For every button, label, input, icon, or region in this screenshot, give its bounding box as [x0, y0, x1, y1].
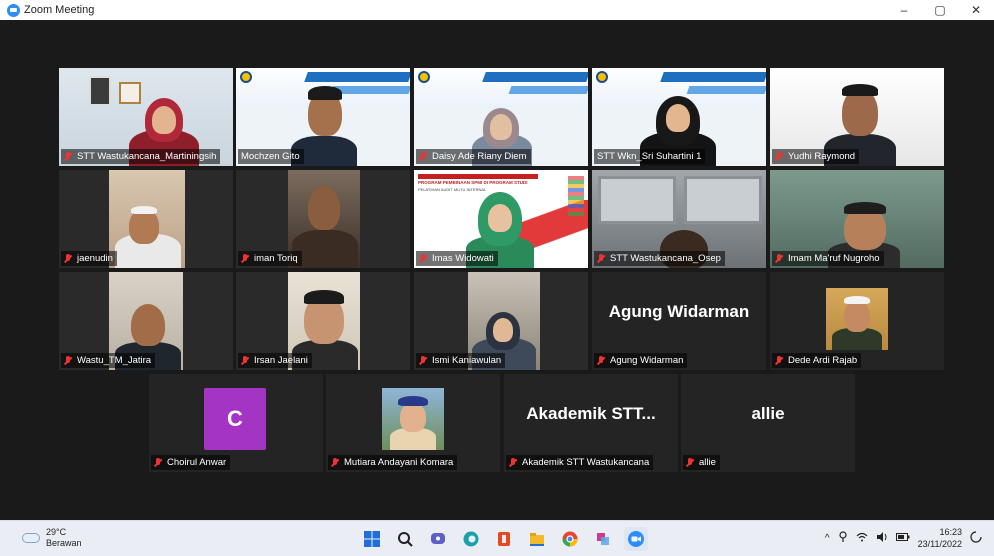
- notifications-icon[interactable]: [970, 530, 982, 546]
- participant-tile[interactable]: Irsan Jaelani: [236, 272, 410, 370]
- participant-tile[interactable]: STT Wastukancana_Osep: [592, 170, 766, 268]
- participant-name: Ismi Kaniawulan: [416, 353, 506, 368]
- participant-tile[interactable]: jaenudin: [59, 170, 233, 268]
- participant-tile[interactable]: C Choirul Anwar: [149, 374, 323, 472]
- chrome-icon[interactable]: [558, 527, 582, 551]
- mic-muted-icon: [686, 457, 694, 468]
- wifi-icon[interactable]: [856, 531, 868, 546]
- participant-tile[interactable]: PROGRAM PEMBINAAN SPMI DI PROGRAM STUDI …: [414, 170, 588, 268]
- participant-tile[interactable]: Akademik STT... Akademik STT Wastukancan…: [504, 374, 678, 472]
- clock-time: 16:23: [939, 527, 962, 537]
- battery-icon[interactable]: [895, 532, 910, 545]
- window-title: Zoom Meeting: [24, 4, 95, 16]
- mic-muted-icon: [241, 253, 249, 264]
- search-icon[interactable]: [393, 527, 417, 551]
- participant-tile[interactable]: STT Wkn_Sri Suhartini 1: [592, 68, 766, 166]
- participant-name: Agung Widarman: [594, 353, 688, 368]
- participant-tile[interactable]: Wastu_TM_Jatira: [59, 272, 233, 370]
- participant-tile[interactable]: allie allie: [681, 374, 855, 472]
- minimize-button[interactable]: –: [886, 0, 922, 20]
- zoom-window: Zoom Meeting – ▢ ✕ STT Wastukancana_Mart…: [0, 0, 994, 520]
- mic-muted-icon: [64, 355, 72, 366]
- mic-muted-icon: [154, 457, 162, 468]
- participant-name: Irsan Jaelani: [238, 353, 312, 368]
- participant-display-name: allie: [751, 404, 785, 423]
- participant-tile[interactable]: Mutiara Andayani Komara: [326, 374, 500, 472]
- participant-name: Mutiara Andayani Komara: [328, 455, 458, 470]
- participant-tile[interactable]: iman Toriq: [236, 170, 410, 268]
- chat-icon[interactable]: [426, 527, 450, 551]
- participant-name: STT Wkn_Sri Suhartini 1: [594, 149, 706, 164]
- mic-muted-icon: [597, 253, 605, 264]
- mic-muted-icon: [419, 253, 427, 264]
- participant-name: jaenudin: [61, 251, 117, 266]
- participant-tile[interactable]: Imam Ma'ruf Nugroho: [770, 170, 944, 268]
- weather-widget[interactable]: 29°C Berawan: [22, 527, 82, 549]
- cloud-icon: [22, 533, 40, 543]
- mic-muted-icon: [775, 151, 783, 162]
- participant-tile[interactable]: STT Wastukancana_Martiningsih: [59, 68, 233, 166]
- mic-muted-icon: [64, 151, 72, 162]
- snipping-tool-icon[interactable]: [591, 527, 615, 551]
- windows-taskbar: 29°C Berawan ^ 16:23 23/11/2022: [0, 520, 994, 556]
- mic-muted-icon: [419, 355, 427, 366]
- participant-tile[interactable]: Yudhi Raymond: [770, 68, 944, 166]
- gallery-view: STT Wastukancana_Martiningsih Mochzen Gi…: [8, 20, 986, 520]
- participant-name: Daisy Ade Riany Diem: [416, 149, 531, 164]
- participant-display-name: Akademik STT...: [526, 404, 656, 423]
- participant-name: iman Toriq: [238, 251, 302, 266]
- office-icon[interactable]: [492, 527, 516, 551]
- slide-subtitle: PELATIHAN AUDIT MUTU INTERNAL: [418, 187, 487, 192]
- participant-name: Imam Ma'ruf Nugroho: [772, 251, 884, 266]
- participant-name: Choirul Anwar: [151, 455, 231, 470]
- slide-title: PROGRAM PEMBINAAN SPMI DI PROGRAM STUDI: [418, 180, 528, 185]
- mic-muted-icon: [509, 457, 517, 468]
- participant-name: Imas Widowati: [416, 251, 498, 266]
- participant-name: STT Wastukancana_Martiningsih: [61, 149, 221, 164]
- location-icon: [838, 530, 848, 546]
- participant-tile[interactable]: Daisy Ade Riany Diem: [414, 68, 588, 166]
- volume-icon[interactable]: [876, 531, 888, 546]
- participant-name: STT Wastukancana_Osep: [594, 251, 725, 266]
- mic-muted-icon: [419, 151, 427, 162]
- participant-initial-avatar: C: [204, 388, 266, 450]
- weather-temp: 29°C: [46, 527, 67, 537]
- participant-tile[interactable]: Agung Widarman Agung Widarman: [592, 272, 766, 370]
- participant-tile[interactable]: Ismi Kaniawulan: [414, 272, 588, 370]
- taskbar-apps: [360, 527, 648, 551]
- participant-name: Wastu_TM_Jatira: [61, 353, 156, 368]
- start-button-icon[interactable]: [360, 527, 384, 551]
- participant-name: allie: [683, 455, 720, 470]
- zoom-app-icon[interactable]: [624, 527, 648, 551]
- weather-desc: Berawan: [46, 538, 82, 548]
- close-button[interactable]: ✕: [958, 0, 994, 20]
- mic-muted-icon: [597, 355, 605, 366]
- participant-name: Dede Ardi Rajab: [772, 353, 862, 368]
- mic-muted-icon: [241, 355, 249, 366]
- restore-button[interactable]: ▢: [922, 0, 958, 20]
- system-tray: ^ 16:23 23/11/2022: [825, 526, 982, 550]
- mic-muted-icon: [64, 253, 72, 264]
- mic-muted-icon: [331, 457, 339, 468]
- mic-muted-icon: [775, 355, 783, 366]
- mic-muted-icon: [775, 253, 783, 264]
- title-bar: Zoom Meeting – ▢ ✕: [0, 0, 994, 20]
- participant-tile[interactable]: Dede Ardi Rajab: [770, 272, 944, 370]
- system-clock[interactable]: 16:23 23/11/2022: [918, 526, 962, 550]
- zoom-logo-icon: [7, 3, 20, 17]
- edge-browser-icon[interactable]: [459, 527, 483, 551]
- participant-display-name: Agung Widarman: [608, 302, 750, 321]
- file-explorer-icon[interactable]: [525, 527, 549, 551]
- participant-name: Akademik STT Wastukancana: [506, 455, 654, 470]
- participant-tile-active[interactable]: Mochzen Gito: [236, 68, 410, 166]
- clock-date: 23/11/2022: [917, 539, 962, 549]
- participant-name: Mochzen Gito: [238, 149, 304, 164]
- tray-overflow-icon[interactable]: ^: [825, 533, 830, 544]
- participant-name: Yudhi Raymond: [772, 149, 860, 164]
